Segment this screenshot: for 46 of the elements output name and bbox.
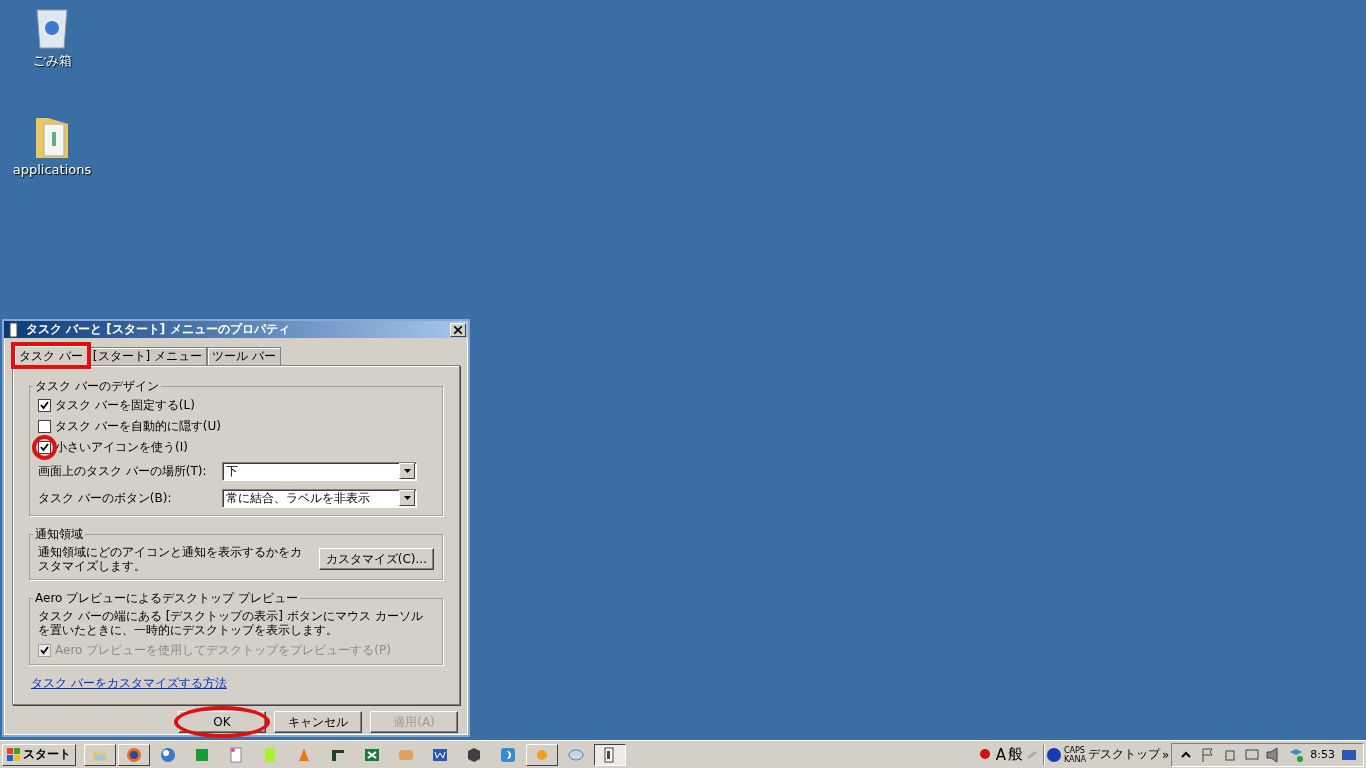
dropdown[interactable]: 下 — [222, 461, 417, 481]
window-title: タスク バーと [スタート] メニューのプロパティ — [26, 321, 291, 338]
chevron-button[interactable]: » — [1161, 747, 1170, 762]
dialog-button[interactable]: キャンセル — [274, 711, 362, 733]
notepad-icon — [228, 746, 244, 763]
group-title: Aero プレビューによるデスクトップ プレビュー — [34, 590, 300, 607]
desktop-icon-label[interactable]: ごみ箱 — [32, 52, 72, 70]
windows-logo-icon — [7, 747, 21, 762]
toolbar-label[interactable]: デスクトップ — [1087, 746, 1160, 763]
dropdown[interactable]: 常に結合、ラベルを非表示 — [222, 488, 417, 508]
dialog-button[interactable]: OK — [178, 711, 266, 733]
checkbox[interactable] — [38, 419, 51, 433]
ime-mode[interactable]: 般 — [1007, 745, 1023, 764]
cone-icon — [296, 746, 312, 763]
dropdown-arrow-icon — [403, 496, 411, 500]
cube-icon — [466, 746, 482, 763]
customize-button[interactable]: カスタマイズ(C)... — [318, 548, 434, 570]
checkbox-label[interactable]: タスク バーを固定する(L) — [55, 396, 195, 414]
close-icon — [454, 325, 462, 334]
spreadsheet-icon — [364, 746, 380, 763]
kana-indicator: KANA — [1063, 754, 1086, 764]
clock[interactable]: 8:53 — [1310, 748, 1335, 761]
taskbar-app-button[interactable] — [594, 743, 626, 766]
caps-indicator: CAPS — [1063, 745, 1086, 755]
description-text: 通知領域にどのアイコンと通知を表示するかをカスタマイズします。 — [38, 545, 303, 573]
start-button[interactable]: スタート — [2, 743, 76, 766]
help-link[interactable]: タスク バーをカスタマイズする方法 — [31, 675, 227, 692]
ime-mode[interactable]: A — [995, 745, 1006, 764]
tab[interactable]: ツール バー — [207, 347, 281, 366]
dropdown-label: タスク バーのボタン(B): — [38, 489, 173, 507]
dropdown-arrow-icon — [403, 469, 411, 473]
recycle-bin-icon[interactable] — [34, 6, 70, 50]
description-text: タスク バーの端にある [デスクトップの表示] ボタンにマウス カーソルを置いたときに、一時的にデスクトップを表示します。 — [38, 609, 424, 637]
checkbox-label[interactable]: 小さいアイコンを使う(I) — [55, 438, 188, 456]
moon-icon — [500, 746, 516, 763]
document-icon — [432, 746, 448, 763]
close-button[interactable] — [450, 322, 466, 337]
group-title: 通知領域 — [34, 526, 84, 543]
group-title: タスク バーのデザイン — [34, 378, 160, 395]
dropdown-label: 画面上のタスク バーの場所(T): — [38, 462, 208, 480]
checkbox[interactable] — [38, 398, 51, 412]
square-app-icon — [194, 746, 210, 763]
checkbox-label[interactable]: タスク バーを自動的に隠す(U) — [55, 417, 221, 435]
tab[interactable]: タスク バー — [14, 345, 88, 366]
desktop-icon-label[interactable]: applications — [12, 162, 92, 177]
checkbox[interactable] — [38, 440, 51, 454]
